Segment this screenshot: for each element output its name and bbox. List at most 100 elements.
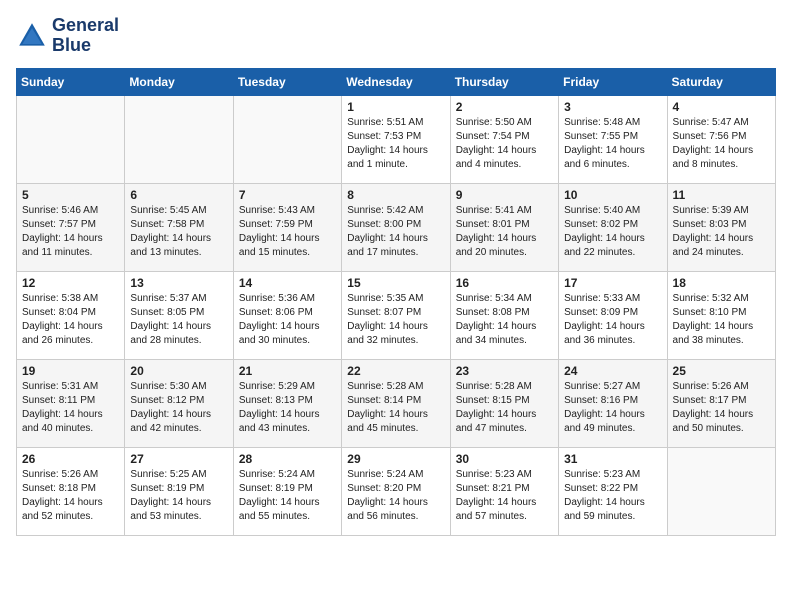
weekday-header: Friday xyxy=(559,68,667,95)
day-info: Sunrise: 5:38 AM Sunset: 8:04 PM Dayligh… xyxy=(22,292,119,348)
day-number: 17 xyxy=(564,276,661,290)
calendar-table: SundayMondayTuesdayWednesdayThursdayFrid… xyxy=(16,68,776,536)
logo-icon xyxy=(16,20,48,52)
calendar-cell: 31 Sunrise: 5:23 AM Sunset: 8:22 PM Dayli… xyxy=(559,447,667,535)
day-number: 27 xyxy=(130,452,227,466)
day-number: 22 xyxy=(347,364,444,378)
day-number: 25 xyxy=(673,364,770,378)
day-info: Sunrise: 5:46 AM Sunset: 7:57 PM Dayligh… xyxy=(22,204,119,260)
day-info: Sunrise: 5:31 AM Sunset: 8:11 PM Dayligh… xyxy=(22,380,119,436)
day-info: Sunrise: 5:34 AM Sunset: 8:08 PM Dayligh… xyxy=(456,292,553,348)
calendar-cell: 19 Sunrise: 5:31 AM Sunset: 8:11 PM Dayli… xyxy=(17,359,125,447)
day-info: Sunrise: 5:42 AM Sunset: 8:00 PM Dayligh… xyxy=(347,204,444,260)
day-info: Sunrise: 5:28 AM Sunset: 8:15 PM Dayligh… xyxy=(456,380,553,436)
day-info: Sunrise: 5:35 AM Sunset: 8:07 PM Dayligh… xyxy=(347,292,444,348)
day-info: Sunrise: 5:24 AM Sunset: 8:19 PM Dayligh… xyxy=(239,468,336,524)
calendar-week-row: 12 Sunrise: 5:38 AM Sunset: 8:04 PM Dayli… xyxy=(17,271,776,359)
calendar-cell: 12 Sunrise: 5:38 AM Sunset: 8:04 PM Dayli… xyxy=(17,271,125,359)
day-info: Sunrise: 5:26 AM Sunset: 8:17 PM Dayligh… xyxy=(673,380,770,436)
day-number: 16 xyxy=(456,276,553,290)
day-number: 13 xyxy=(130,276,227,290)
calendar-cell: 30 Sunrise: 5:23 AM Sunset: 8:21 PM Dayli… xyxy=(450,447,558,535)
calendar-cell: 14 Sunrise: 5:36 AM Sunset: 8:06 PM Dayli… xyxy=(233,271,341,359)
day-number: 20 xyxy=(130,364,227,378)
calendar-cell: 18 Sunrise: 5:32 AM Sunset: 8:10 PM Dayli… xyxy=(667,271,775,359)
calendar-cell: 28 Sunrise: 5:24 AM Sunset: 8:19 PM Dayli… xyxy=(233,447,341,535)
day-number: 5 xyxy=(22,188,119,202)
day-number: 31 xyxy=(564,452,661,466)
day-number: 21 xyxy=(239,364,336,378)
weekday-header: Tuesday xyxy=(233,68,341,95)
calendar-cell: 24 Sunrise: 5:27 AM Sunset: 8:16 PM Dayli… xyxy=(559,359,667,447)
day-info: Sunrise: 5:37 AM Sunset: 8:05 PM Dayligh… xyxy=(130,292,227,348)
day-info: Sunrise: 5:36 AM Sunset: 8:06 PM Dayligh… xyxy=(239,292,336,348)
day-number: 19 xyxy=(22,364,119,378)
calendar-week-row: 1 Sunrise: 5:51 AM Sunset: 7:53 PM Daylig… xyxy=(17,95,776,183)
calendar-body: 1 Sunrise: 5:51 AM Sunset: 7:53 PM Daylig… xyxy=(17,95,776,535)
logo-text: General Blue xyxy=(52,16,119,56)
calendar-cell: 3 Sunrise: 5:48 AM Sunset: 7:55 PM Daylig… xyxy=(559,95,667,183)
day-info: Sunrise: 5:33 AM Sunset: 8:09 PM Dayligh… xyxy=(564,292,661,348)
calendar-cell: 7Sunrise: 5:43 AM Sunset: 7:59 PM Daylig… xyxy=(233,183,341,271)
calendar-cell: 8Sunrise: 5:42 AM Sunset: 8:00 PM Daylig… xyxy=(342,183,450,271)
day-info: Sunrise: 5:32 AM Sunset: 8:10 PM Dayligh… xyxy=(673,292,770,348)
day-number: 2 xyxy=(456,100,553,114)
day-info: Sunrise: 5:23 AM Sunset: 8:21 PM Dayligh… xyxy=(456,468,553,524)
day-number: 28 xyxy=(239,452,336,466)
day-number: 4 xyxy=(673,100,770,114)
day-number: 12 xyxy=(22,276,119,290)
calendar-week-row: 19 Sunrise: 5:31 AM Sunset: 8:11 PM Dayli… xyxy=(17,359,776,447)
weekday-header: Monday xyxy=(125,68,233,95)
calendar-cell xyxy=(667,447,775,535)
calendar-week-row: 26 Sunrise: 5:26 AM Sunset: 8:18 PM Dayli… xyxy=(17,447,776,535)
day-info: Sunrise: 5:39 AM Sunset: 8:03 PM Dayligh… xyxy=(673,204,770,260)
calendar-cell: 13 Sunrise: 5:37 AM Sunset: 8:05 PM Dayli… xyxy=(125,271,233,359)
calendar-header-row: SundayMondayTuesdayWednesdayThursdayFrid… xyxy=(17,68,776,95)
day-info: Sunrise: 5:30 AM Sunset: 8:12 PM Dayligh… xyxy=(130,380,227,436)
calendar-week-row: 5 Sunrise: 5:46 AM Sunset: 7:57 PM Daylig… xyxy=(17,183,776,271)
day-number: 9 xyxy=(456,188,553,202)
day-number: 7 xyxy=(239,188,336,202)
day-info: Sunrise: 5:51 AM Sunset: 7:53 PM Dayligh… xyxy=(347,116,444,172)
calendar-cell: 11Sunrise: 5:39 AM Sunset: 8:03 PM Dayli… xyxy=(667,183,775,271)
calendar-cell xyxy=(233,95,341,183)
day-info: Sunrise: 5:45 AM Sunset: 7:58 PM Dayligh… xyxy=(130,204,227,260)
day-info: Sunrise: 5:25 AM Sunset: 8:19 PM Dayligh… xyxy=(130,468,227,524)
calendar-cell xyxy=(125,95,233,183)
calendar-cell: 2Sunrise: 5:50 AM Sunset: 7:54 PM Daylig… xyxy=(450,95,558,183)
day-number: 10 xyxy=(564,188,661,202)
day-number: 30 xyxy=(456,452,553,466)
calendar-cell: 26 Sunrise: 5:26 AM Sunset: 8:18 PM Dayli… xyxy=(17,447,125,535)
day-number: 18 xyxy=(673,276,770,290)
day-number: 6 xyxy=(130,188,227,202)
calendar-cell: 16 Sunrise: 5:34 AM Sunset: 8:08 PM Dayli… xyxy=(450,271,558,359)
day-info: Sunrise: 5:26 AM Sunset: 8:18 PM Dayligh… xyxy=(22,468,119,524)
day-info: Sunrise: 5:28 AM Sunset: 8:14 PM Dayligh… xyxy=(347,380,444,436)
calendar-cell: 4Sunrise: 5:47 AM Sunset: 7:56 PM Daylig… xyxy=(667,95,775,183)
day-info: Sunrise: 5:48 AM Sunset: 7:55 PM Dayligh… xyxy=(564,116,661,172)
calendar-cell: 10 Sunrise: 5:40 AM Sunset: 8:02 PM Dayli… xyxy=(559,183,667,271)
day-info: Sunrise: 5:29 AM Sunset: 8:13 PM Dayligh… xyxy=(239,380,336,436)
day-number: 3 xyxy=(564,100,661,114)
calendar-cell: 29Sunrise: 5:24 AM Sunset: 8:20 PM Dayli… xyxy=(342,447,450,535)
weekday-header: Wednesday xyxy=(342,68,450,95)
page-header: General Blue xyxy=(16,16,776,56)
day-number: 26 xyxy=(22,452,119,466)
day-info: Sunrise: 5:24 AM Sunset: 8:20 PM Dayligh… xyxy=(347,468,444,524)
weekday-header: Thursday xyxy=(450,68,558,95)
weekday-header: Saturday xyxy=(667,68,775,95)
day-number: 14 xyxy=(239,276,336,290)
day-info: Sunrise: 5:40 AM Sunset: 8:02 PM Dayligh… xyxy=(564,204,661,260)
calendar-cell: 5 Sunrise: 5:46 AM Sunset: 7:57 PM Daylig… xyxy=(17,183,125,271)
day-info: Sunrise: 5:23 AM Sunset: 8:22 PM Dayligh… xyxy=(564,468,661,524)
logo: General Blue xyxy=(16,16,119,56)
day-number: 23 xyxy=(456,364,553,378)
weekday-header: Sunday xyxy=(17,68,125,95)
day-number: 1 xyxy=(347,100,444,114)
calendar-cell: 27 Sunrise: 5:25 AM Sunset: 8:19 PM Dayli… xyxy=(125,447,233,535)
day-number: 24 xyxy=(564,364,661,378)
day-info: Sunrise: 5:27 AM Sunset: 8:16 PM Dayligh… xyxy=(564,380,661,436)
calendar-cell: 9Sunrise: 5:41 AM Sunset: 8:01 PM Daylig… xyxy=(450,183,558,271)
calendar-cell: 20 Sunrise: 5:30 AM Sunset: 8:12 PM Dayli… xyxy=(125,359,233,447)
calendar-cell: 22 Sunrise: 5:28 AM Sunset: 8:14 PM Dayli… xyxy=(342,359,450,447)
